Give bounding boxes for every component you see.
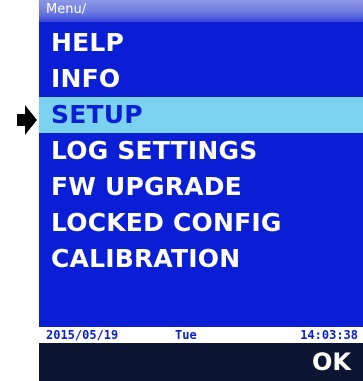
breadcrumb: Menu/ — [39, 0, 363, 22]
device-screen: Menu/ HELP INFO SETUP LOG SETTINGS FW UP… — [39, 0, 363, 381]
menu-item-locked-config[interactable]: LOCKED CONFIG — [39, 205, 363, 241]
menu-item-calibration[interactable]: CALIBRATION — [39, 241, 363, 277]
menu-item-log-settings[interactable]: LOG SETTINGS — [39, 133, 363, 169]
ok-button[interactable]: OK — [312, 343, 351, 381]
main-menu: HELP INFO SETUP LOG SETTINGS FW UPGRADE … — [39, 25, 363, 277]
softkey-bar: OK — [39, 343, 363, 381]
menu-item-help[interactable]: HELP — [39, 25, 363, 61]
status-bar: 2015/05/19 Tue 14:03:38 — [39, 327, 363, 343]
menu-item-setup[interactable]: SETUP — [39, 97, 363, 133]
menu-item-fw-upgrade[interactable]: FW UPGRADE — [39, 169, 363, 205]
arrow-right-icon — [17, 105, 37, 135]
menu-item-info[interactable]: INFO — [39, 61, 363, 97]
status-date: 2015/05/19 — [46, 328, 119, 342]
status-day: Tue — [175, 328, 197, 342]
status-time: 14:03:38 — [300, 328, 358, 342]
